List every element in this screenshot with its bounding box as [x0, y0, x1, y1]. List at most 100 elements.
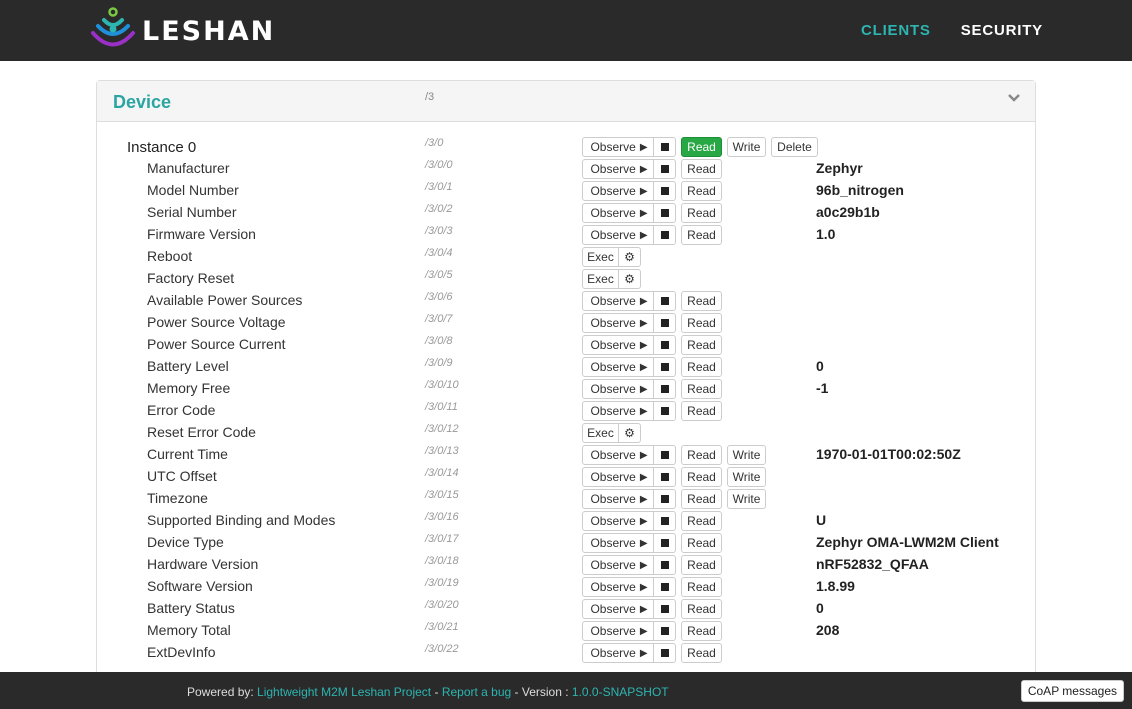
exec-params-button[interactable]: ⚙	[618, 269, 641, 289]
write-button[interactable]: Write	[727, 467, 766, 487]
nav-clients[interactable]: CLIENTS	[861, 22, 931, 39]
read-button[interactable]: Read	[681, 621, 722, 641]
resource-name: Timezone	[147, 490, 208, 506]
instance-read-button[interactable]: Read	[681, 137, 722, 157]
exec-button[interactable]: Exec	[582, 247, 619, 267]
observe-button[interactable]: Observe ▶	[582, 335, 654, 355]
instance-write-button[interactable]: Write	[727, 137, 766, 157]
read-button[interactable]: Read	[681, 379, 722, 399]
read-button[interactable]: Read	[681, 599, 722, 619]
observe-button[interactable]: Observe ▶	[582, 467, 654, 487]
stop-icon	[660, 627, 669, 635]
leshan-logo[interactable]: LESHAN	[90, 6, 275, 56]
observe-button[interactable]: Observe ▶	[582, 533, 654, 553]
read-button[interactable]: Read	[681, 489, 722, 509]
resource-name: Current Time	[147, 446, 228, 462]
resource-path: /3/0/21	[425, 621, 459, 633]
read-button[interactable]: Read	[681, 533, 722, 553]
read-button[interactable]: Read	[681, 203, 722, 223]
object-panel-header[interactable]: Device /3	[97, 81, 1035, 122]
play-icon: ▶	[639, 405, 648, 417]
stop-observe-button[interactable]	[653, 445, 676, 465]
report-bug-link[interactable]: Report a bug	[442, 685, 511, 699]
observe-button[interactable]: Observe ▶	[582, 489, 654, 509]
stop-observe-button[interactable]	[653, 533, 676, 553]
resource-path: /3/0/15	[425, 489, 459, 501]
stop-observe-button[interactable]	[653, 225, 676, 245]
coap-messages-button[interactable]: CoAP messages	[1020, 680, 1124, 702]
read-button[interactable]: Read	[681, 181, 722, 201]
observe-button[interactable]: Observe ▶	[582, 643, 654, 663]
chevron-down-icon[interactable]	[1007, 93, 1021, 103]
stop-observe-button[interactable]	[653, 577, 676, 597]
resource-controls: Observe ▶ Read Write	[582, 445, 766, 465]
stop-observe-button[interactable]	[653, 335, 676, 355]
nav-security[interactable]: SECURITY	[961, 22, 1043, 39]
stop-observe-button[interactable]	[653, 313, 676, 333]
write-button[interactable]: Write	[727, 489, 766, 509]
resource-path: /3/0/11	[425, 401, 458, 413]
stop-observe-button[interactable]	[653, 401, 676, 421]
stop-observe-button[interactable]	[653, 291, 676, 311]
stop-observe-button[interactable]	[653, 467, 676, 487]
exec-button[interactable]: Exec	[582, 269, 619, 289]
read-button[interactable]: Read	[681, 577, 722, 597]
resource-path: /3/0/13	[425, 445, 459, 457]
stop-observe-button[interactable]	[653, 599, 676, 619]
leshan-project-link[interactable]: Lightweight M2M Leshan Project	[257, 685, 431, 699]
read-button[interactable]: Read	[681, 291, 722, 311]
instance-observe-button[interactable]: Observe ▶	[582, 137, 654, 157]
observe-button[interactable]: Observe ▶	[582, 599, 654, 619]
observe-button[interactable]: Observe ▶	[582, 291, 654, 311]
stop-observe-button[interactable]	[653, 621, 676, 641]
read-button[interactable]: Read	[681, 643, 722, 663]
stop-observe-button[interactable]	[653, 159, 676, 179]
instance-delete-button[interactable]: Delete	[771, 137, 818, 157]
read-button[interactable]: Read	[681, 357, 722, 377]
write-button[interactable]: Write	[727, 445, 766, 465]
stop-observe-button[interactable]	[653, 181, 676, 201]
observe-button[interactable]: Observe ▶	[582, 555, 654, 575]
observe-button[interactable]: Observe ▶	[582, 621, 654, 641]
observe-button[interactable]: Observe ▶	[582, 401, 654, 421]
resource-row: Serial Number /3/0/2 Observe ▶ Read a0c29…	[97, 202, 1035, 224]
instance-controls: Observe ▶ Read Write Delete	[582, 137, 818, 157]
stop-observe-button[interactable]	[653, 643, 676, 663]
read-button[interactable]: Read	[681, 467, 722, 487]
resource-list: Instance 0 /3/0 Observe ▶ Read Write Dele…	[97, 136, 1035, 664]
stop-observe-button[interactable]	[653, 511, 676, 531]
read-button[interactable]: Read	[681, 159, 722, 179]
instance-stop-observe-button[interactable]	[653, 137, 676, 157]
stop-observe-button[interactable]	[653, 489, 676, 509]
observe-button[interactable]: Observe ▶	[582, 159, 654, 179]
observe-button[interactable]: Observe ▶	[582, 445, 654, 465]
observe-button[interactable]: Observe ▶	[582, 181, 654, 201]
stop-observe-button[interactable]	[653, 203, 676, 223]
exec-button[interactable]: Exec	[582, 423, 619, 443]
observe-button[interactable]: Observe ▶	[582, 511, 654, 531]
read-button[interactable]: Read	[681, 511, 722, 531]
resource-name: Software Version	[147, 578, 253, 594]
gear-icon: ⚙	[624, 272, 635, 286]
read-button[interactable]: Read	[681, 401, 722, 421]
observe-button[interactable]: Observe ▶	[582, 577, 654, 597]
observe-button[interactable]: Observe ▶	[582, 225, 654, 245]
read-button[interactable]: Read	[681, 555, 722, 575]
read-button[interactable]: Read	[681, 335, 722, 355]
exec-params-button[interactable]: ⚙	[618, 247, 641, 267]
read-button[interactable]: Read	[681, 445, 722, 465]
resource-value: nRF52832_QFAA	[816, 556, 929, 572]
stop-observe-button[interactable]	[653, 379, 676, 399]
read-button[interactable]: Read	[681, 225, 722, 245]
play-icon: ▶	[639, 185, 648, 197]
stop-observe-button[interactable]	[653, 555, 676, 575]
exec-params-button[interactable]: ⚙	[618, 423, 641, 443]
observe-button[interactable]: Observe ▶	[582, 203, 654, 223]
version-link[interactable]: 1.0.0-SNAPSHOT	[572, 685, 669, 699]
resource-controls: Exec ⚙	[582, 269, 641, 289]
observe-button[interactable]: Observe ▶	[582, 357, 654, 377]
observe-button[interactable]: Observe ▶	[582, 313, 654, 333]
observe-button[interactable]: Observe ▶	[582, 379, 654, 399]
read-button[interactable]: Read	[681, 313, 722, 333]
stop-observe-button[interactable]	[653, 357, 676, 377]
